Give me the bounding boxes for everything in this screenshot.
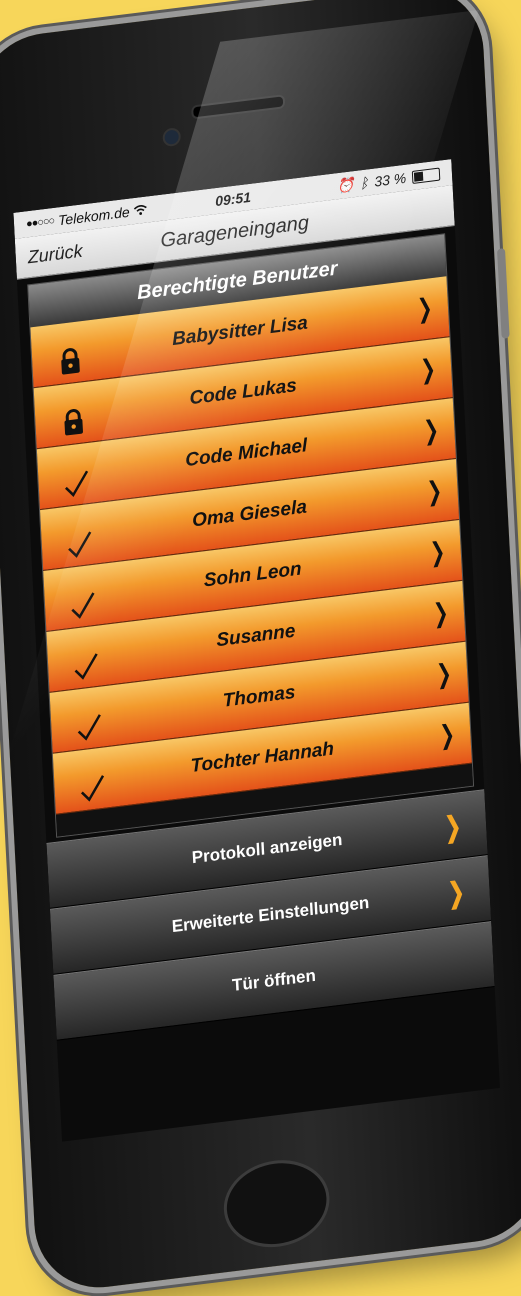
signal-strength: ●●○○○ (25, 214, 55, 231)
user-name: Susanne (215, 620, 296, 652)
user-name: Babysitter Lisa (171, 312, 309, 351)
checkmark-icon (78, 771, 107, 802)
carrier-name: Telekom.de (57, 203, 131, 229)
chevron-right-icon: ❯ (435, 657, 453, 690)
user-name: Code Michael (184, 435, 308, 472)
chevron-right-icon: ❯ (419, 353, 437, 385)
checkmark-icon (65, 528, 94, 559)
checkmark-icon (72, 650, 101, 681)
back-button[interactable]: Zurück (15, 240, 83, 269)
chevron-right-icon: ❯ (446, 876, 465, 910)
action-label: Tür öffnen (231, 965, 317, 996)
power-button (496, 247, 510, 339)
chevron-right-icon: ❯ (443, 810, 462, 844)
user-name: Tochter Hannah (190, 738, 335, 777)
action-label: Protokoll anzeigen (191, 829, 343, 868)
action-label: Erweiterte Einstellungen (171, 892, 370, 937)
chevron-right-icon: ❯ (426, 474, 444, 507)
battery-icon (411, 167, 441, 184)
user-name: Thomas (222, 681, 296, 712)
chevron-right-icon: ❯ (429, 535, 447, 568)
checkmark-icon (62, 467, 91, 498)
user-name: Code Lukas (189, 375, 298, 410)
chevron-right-icon: ❯ (423, 413, 440, 446)
authorized-users-list: Berechtigte Benutzer Babysitter Lisa ❯ Cod… (27, 233, 475, 838)
user-name: Sohn Leon (203, 558, 303, 592)
checkmark-icon (75, 710, 104, 741)
lock-icon (59, 406, 88, 437)
smartphone: ●●○○○ Telekom.de 09:51 ⏰ ᛒ 33 % Zurück G… (0, 0, 521, 1296)
battery-percent: 33 % (373, 169, 407, 190)
chevron-right-icon: ❯ (416, 292, 434, 324)
chevron-right-icon: ❯ (432, 596, 450, 629)
bluetooth-icon: ᛒ (359, 174, 369, 192)
page-title: Garageneingang (160, 211, 310, 252)
clock: 09:51 (214, 188, 252, 210)
alarm-icon: ⏰ (336, 175, 355, 194)
wifi-icon (133, 201, 148, 219)
chevron-right-icon: ❯ (439, 718, 456, 751)
lock-icon (56, 345, 85, 376)
checkmark-icon (68, 589, 97, 620)
app-screen: ●●○○○ Telekom.de 09:51 ⏰ ᛒ 33 % Zurück G… (13, 159, 500, 1142)
user-name: Oma Giesela (191, 496, 308, 532)
